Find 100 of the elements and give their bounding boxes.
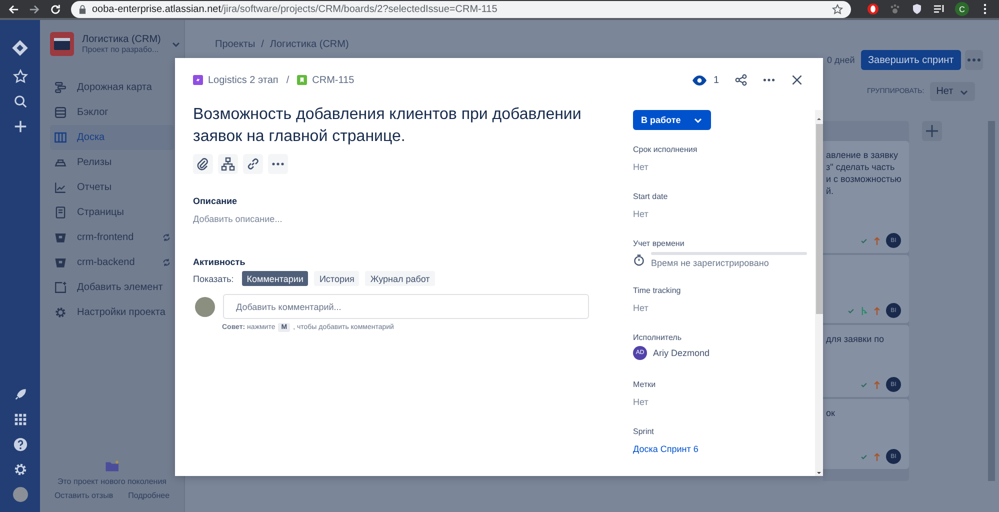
arrow-up-icon bbox=[873, 380, 881, 390]
sidebar-item[interactable]: Дорожная карта bbox=[50, 75, 174, 100]
address-bar[interactable]: ooba-enterprise.atlassian.net/jira/software/projects/CRM/boards/2?selectedIssue=CRM-115 bbox=[71, 0, 851, 18]
bookmark-icon bbox=[297, 75, 308, 85]
project-name[interactable]: Логистика (CRM) bbox=[82, 34, 161, 45]
footer-link[interactable]: Оставить отзыв bbox=[54, 491, 114, 500]
link-icon bbox=[246, 157, 260, 171]
forward-icon[interactable] bbox=[29, 4, 40, 14]
more-button[interactable] bbox=[964, 50, 983, 70]
roadmap-icon bbox=[54, 81, 67, 94]
field-label: Метки bbox=[633, 380, 657, 389]
field-value[interactable]: Нет bbox=[633, 397, 815, 407]
stopwatch-icon bbox=[633, 254, 645, 266]
plus-icon bbox=[925, 124, 939, 138]
watch-button[interactable]: 1 bbox=[692, 74, 719, 86]
field-label: Sprint bbox=[633, 427, 655, 436]
sidebar-item[interactable]: crm-frontend bbox=[50, 225, 174, 250]
field-value[interactable]: Нет bbox=[633, 303, 815, 313]
breadcrumb-link[interactable]: Логистика (CRM) bbox=[270, 39, 349, 59]
field-value: Время не зарегистрировано bbox=[651, 258, 770, 268]
show-label: Показать: bbox=[193, 274, 234, 284]
issue-title[interactable]: Возможность добавления клиентов при добавлении заявок на главной странице. bbox=[193, 104, 593, 148]
project-subtitle: Проект по разрабо... bbox=[82, 45, 160, 54]
sidebar-item[interactable]: Релизы bbox=[50, 150, 174, 175]
lock-icon bbox=[79, 4, 86, 14]
settings-icon[interactable] bbox=[12, 462, 28, 477]
breadcrumb-link[interactable]: Logistics 2 этап bbox=[208, 74, 278, 86]
sidebar-item[interactable]: Бэклог bbox=[50, 100, 174, 125]
activity-filter-tab[interactable]: Комментарии bbox=[242, 271, 308, 286]
status-dropdown[interactable]: В работе bbox=[633, 110, 711, 130]
playlist-icon[interactable] bbox=[933, 3, 945, 15]
comment-input[interactable]: Добавить комментарий... bbox=[223, 294, 589, 319]
star-icon[interactable] bbox=[832, 4, 843, 14]
pages-icon bbox=[54, 206, 67, 219]
arrow-up-icon bbox=[873, 306, 881, 316]
breadcrumb-link[interactable]: CRM-115 bbox=[312, 74, 354, 86]
app-grid-icon[interactable] bbox=[12, 412, 28, 427]
more-button[interactable] bbox=[268, 154, 288, 174]
diamond-logo-icon[interactable] bbox=[11, 39, 29, 57]
breadcrumb-link[interactable]: Проекты bbox=[215, 39, 256, 59]
field-label: Срок исполнения bbox=[633, 145, 698, 154]
add-column-button[interactable] bbox=[922, 121, 942, 141]
plus-icon[interactable] bbox=[12, 119, 28, 134]
arrow-up-icon bbox=[873, 236, 881, 246]
dialog-scrollbar[interactable] bbox=[815, 110, 823, 476]
help-icon[interactable] bbox=[12, 437, 28, 452]
field-label: Учет времени bbox=[633, 239, 686, 248]
hierarchy-icon bbox=[221, 157, 235, 171]
footer-link[interactable]: Подробнее bbox=[128, 491, 170, 500]
board-scrollbar[interactable] bbox=[988, 121, 995, 481]
assignee-name[interactable]: Ariy Dezmond bbox=[653, 348, 710, 358]
extension-icon[interactable] bbox=[867, 3, 879, 15]
shield-icon[interactable] bbox=[911, 3, 923, 15]
search-icon[interactable] bbox=[12, 94, 28, 109]
scroll-up-icon[interactable] bbox=[815, 116, 823, 122]
complete-sprint-button[interactable]: Завершить спринт bbox=[861, 50, 961, 70]
sidebar-item[interactable]: Доска bbox=[50, 125, 174, 150]
back-icon[interactable] bbox=[8, 4, 19, 14]
close-icon[interactable] bbox=[791, 74, 803, 86]
repo-icon bbox=[54, 231, 67, 244]
section-label: Описание bbox=[193, 196, 238, 206]
folder-icon bbox=[104, 460, 120, 472]
eye-icon bbox=[692, 74, 708, 86]
sidebar-item[interactable]: Добавить элемент bbox=[50, 275, 174, 300]
user-avatar bbox=[195, 296, 215, 316]
paw-icon[interactable] bbox=[889, 3, 901, 15]
sidebar-item[interactable]: Отчеты bbox=[50, 175, 174, 200]
sprint-link[interactable]: Доска Спринт 6 bbox=[633, 444, 815, 454]
field-label: Start date bbox=[633, 192, 669, 201]
profile-avatar[interactable]: C bbox=[955, 2, 969, 16]
url-text: ooba-enterprise.atlassian.net/jira/software/projects/CRM/boards/2?selectedIssue=CRM-115 bbox=[92, 4, 498, 14]
reload-icon[interactable] bbox=[50, 4, 61, 14]
arrow-up-icon bbox=[873, 452, 881, 462]
backlog-icon bbox=[54, 106, 67, 119]
attach-button[interactable] bbox=[193, 154, 213, 174]
lightning-icon bbox=[193, 75, 203, 85]
activity-filter-tab[interactable]: История bbox=[314, 271, 360, 286]
description-field[interactable]: Добавить описание... bbox=[193, 214, 613, 224]
activity-filter-tab[interactable]: Журнал работ bbox=[365, 271, 435, 286]
sidebar-item[interactable]: crm-backend bbox=[50, 250, 174, 275]
child-issue-button[interactable] bbox=[218, 154, 238, 174]
breadcrumb-separator: / bbox=[286, 74, 290, 86]
settings-icon bbox=[54, 306, 67, 319]
reports-icon bbox=[54, 181, 67, 194]
card-summary: ок bbox=[826, 407, 836, 419]
add-icon bbox=[54, 281, 67, 294]
share-icon[interactable] bbox=[735, 74, 747, 86]
group-by-dropdown[interactable]: Нет bbox=[930, 82, 976, 101]
field-value[interactable]: Нет bbox=[633, 209, 815, 219]
footer-text: Это проект нового поколения bbox=[57, 477, 167, 486]
more-icon bbox=[966, 58, 981, 62]
sidebar-item[interactable]: Страницы bbox=[50, 200, 174, 225]
link-button[interactable] bbox=[243, 154, 263, 174]
field-value[interactable]: Нет bbox=[633, 162, 815, 172]
sidebar-item[interactable]: Настройки проекта bbox=[50, 300, 174, 325]
days-remaining: 0 дней bbox=[827, 55, 856, 65]
section-label: Активность bbox=[193, 257, 246, 267]
scroll-down-icon[interactable] bbox=[815, 470, 823, 476]
field-label: Исполнитель bbox=[633, 333, 683, 342]
user-avatar[interactable] bbox=[12, 487, 28, 502]
